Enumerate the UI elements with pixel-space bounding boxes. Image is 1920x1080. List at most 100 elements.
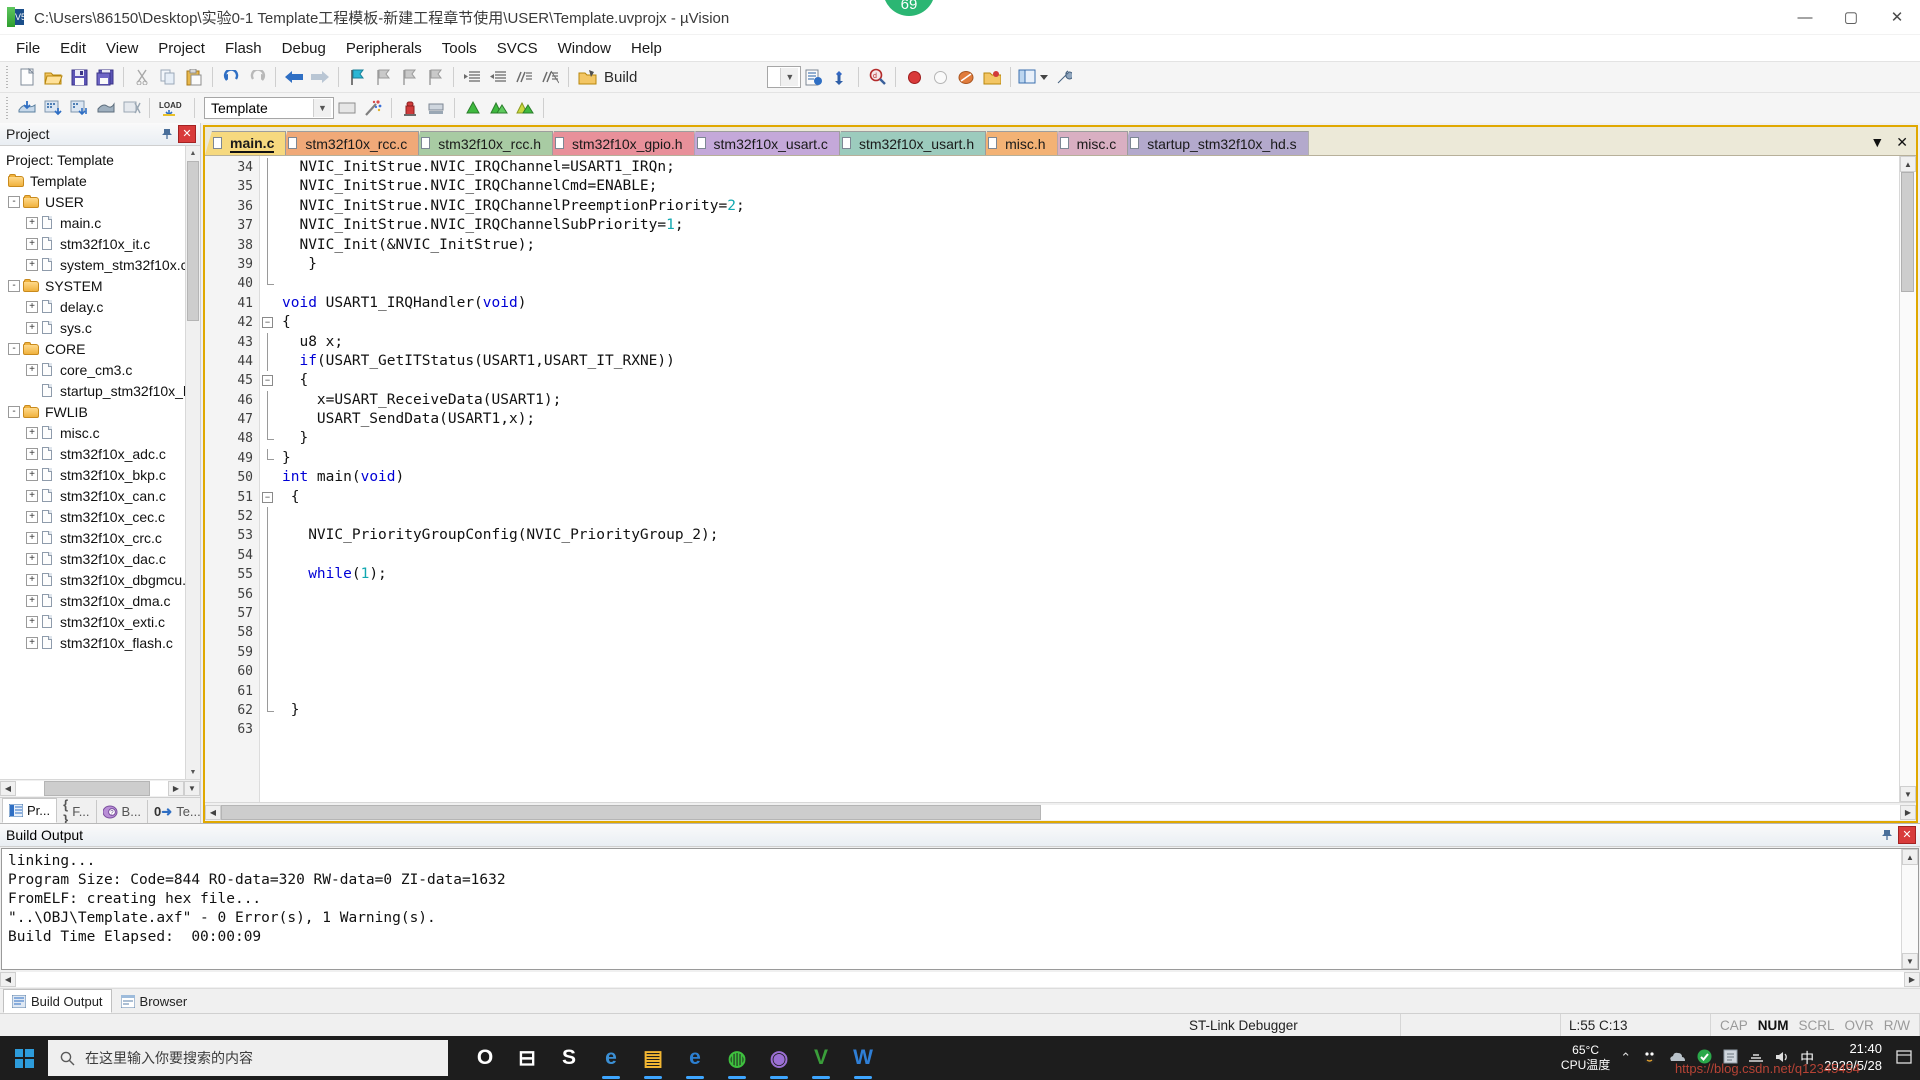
bookmark-all-green-icon[interactable] (512, 95, 538, 121)
tree-file-item[interactable]: + stm32f10x_dbgmcu. (0, 569, 200, 590)
tree-file-item[interactable]: + stm32f10x_can.c (0, 485, 200, 506)
code-line[interactable]: int main(void) (282, 468, 1899, 487)
wps-writer-icon[interactable]: W (848, 1041, 878, 1079)
expand-icon[interactable]: + (26, 426, 38, 439)
code-line[interactable]: if(USART_GetITStatus(USART1,USART_IT_RXN… (282, 352, 1899, 371)
expand-icon[interactable]: + (26, 636, 38, 649)
scroll-down-icon[interactable]: ▼ (1900, 786, 1916, 802)
code-line[interactable]: while(1); (282, 565, 1899, 584)
windows-start-icon[interactable] (0, 1036, 48, 1080)
batch-build-icon[interactable] (92, 95, 118, 121)
scroll-left-icon[interactable]: ◀ (205, 804, 221, 820)
magic-wand-icon[interactable] (360, 95, 386, 121)
redo-icon[interactable] (244, 64, 270, 90)
target-options-icon[interactable] (334, 95, 360, 121)
expand-icon[interactable]: + (26, 321, 38, 334)
file-explorer-icon[interactable]: ▤ (638, 1041, 668, 1079)
internet-explorer-icon[interactable]: e (680, 1041, 710, 1079)
code-line[interactable]: } (282, 429, 1899, 448)
save-all-icon[interactable] (92, 64, 118, 90)
open-file-icon[interactable] (40, 64, 66, 90)
code-line[interactable]: USART_SendData(USART1,x); (282, 410, 1899, 429)
build-output-vscrollbar[interactable]: ▲ ▼ (1901, 849, 1918, 969)
target-selector[interactable]: Template ▼ (204, 97, 334, 119)
bookmark-prev-icon[interactable] (370, 64, 396, 90)
sidebar-tab-f[interactable]: { } F... (57, 797, 97, 827)
circle-icon[interactable] (927, 64, 953, 90)
window-layout-icon[interactable] (1016, 64, 1050, 90)
chevron-down-icon[interactable]: ▼ (313, 99, 331, 117)
editor-vscrollbar[interactable]: ▲ ▼ (1899, 156, 1916, 802)
menu-project[interactable]: Project (148, 37, 215, 60)
sidebar-tab-te[interactable]: 0➜ Te... (148, 800, 208, 823)
translate-icon[interactable] (14, 95, 40, 121)
collapse-icon[interactable]: - (8, 195, 20, 208)
load-icon[interactable]: LOAD (155, 95, 189, 121)
code-line[interactable] (282, 546, 1899, 565)
code-line[interactable] (282, 662, 1899, 681)
indent-icon[interactable] (459, 64, 485, 90)
pin-icon[interactable] (1879, 827, 1895, 843)
fold-toggle-icon[interactable]: − (260, 313, 276, 332)
expand-icon[interactable]: + (26, 258, 38, 271)
expand-icon[interactable]: + (26, 615, 38, 628)
editor-tab-main-c[interactable]: main.c (205, 131, 287, 155)
menu-peripherals[interactable]: Peripherals (336, 37, 432, 60)
tree-group-core[interactable]: - CORE (0, 338, 200, 359)
debug-settings-icon[interactable] (827, 64, 853, 90)
bookmark-next-green-icon[interactable] (486, 95, 512, 121)
pin-icon[interactable] (159, 126, 175, 142)
bookmark-toggle-icon[interactable] (344, 64, 370, 90)
toolbar-combo[interactable]: ▼ (767, 66, 802, 88)
expand-icon[interactable]: + (26, 468, 38, 481)
collapse-icon[interactable]: - (8, 279, 20, 292)
tree-file-item[interactable]: + misc.c (0, 422, 200, 443)
code-line[interactable]: NVIC_InitStrue.NVIC_IRQChannelPreemption… (282, 197, 1899, 216)
copy-icon[interactable] (155, 64, 181, 90)
code-text[interactable]: NVIC_InitStrue.NVIC_IRQChannel=USART1_IR… (276, 156, 1899, 802)
build-panel-tab-browser[interactable]: Browser (112, 989, 197, 1013)
code-line[interactable] (282, 682, 1899, 701)
toolbar-grip[interactable] (4, 66, 11, 88)
cut-icon[interactable] (129, 64, 155, 90)
stop-icon[interactable] (901, 64, 927, 90)
tree-item-template[interactable]: Template (0, 170, 200, 191)
expand-icon[interactable]: + (26, 447, 38, 460)
menu-edit[interactable]: Edit (50, 37, 96, 60)
fold-toggle-icon[interactable]: − (260, 488, 276, 507)
menu-help[interactable]: Help (621, 37, 672, 60)
code-line[interactable]: } (282, 701, 1899, 720)
build-output-hscrollbar[interactable]: ◀ ▶ (0, 971, 1920, 988)
close-icon[interactable]: ✕ (1898, 826, 1916, 844)
code-folding-column[interactable]: − − − (260, 156, 276, 802)
tree-file-item[interactable]: + core_cm3.c (0, 359, 200, 380)
menu-window[interactable]: Window (548, 37, 621, 60)
bookmark-icon[interactable] (979, 64, 1005, 90)
scroll-right-icon[interactable]: ▶ (168, 781, 184, 796)
tree-file-item[interactable]: + stm32f10x_exti.c (0, 611, 200, 632)
wechat-icon[interactable]: ◍ (722, 1041, 752, 1079)
tree-file-item[interactable]: startup_stm32f10x_h (0, 380, 200, 401)
notification-icon[interactable] (1896, 1049, 1912, 1067)
code-line[interactable] (282, 274, 1899, 293)
code-line[interactable] (282, 623, 1899, 642)
expand-icon[interactable]: + (26, 552, 38, 565)
chevron-up-icon[interactable]: ⌃ (1620, 1050, 1631, 1066)
scroll-up-icon[interactable]: ▲ (186, 146, 200, 160)
tree-file-item[interactable]: + stm32f10x_dac.c (0, 548, 200, 569)
code-line[interactable] (282, 507, 1899, 526)
save-icon[interactable] (66, 64, 92, 90)
code-line[interactable]: x=USART_ReceiveData(USART1); (282, 391, 1899, 410)
tree-file-item[interactable]: + stm32f10x_flash.c (0, 632, 200, 653)
new-file-icon[interactable] (14, 64, 40, 90)
tree-file-item[interactable]: + system_stm32f10x.c (0, 254, 200, 275)
editor-tab-misc-h[interactable]: misc.h (980, 131, 1058, 155)
code-editor[interactable]: 34 35 36 37 38 39 40 41 42 43 44 45 46 47 48 49 50 51 52 53… (205, 156, 1916, 802)
tree-file-item[interactable]: + main.c (0, 212, 200, 233)
tree-file-item[interactable]: + stm32f10x_bkp.c (0, 464, 200, 485)
code-line[interactable]: { (282, 313, 1899, 332)
minimize-button[interactable]: — (1782, 0, 1828, 34)
maximize-button[interactable]: ▢ (1828, 0, 1874, 34)
qq-penguin-icon[interactable] (1641, 1048, 1658, 1068)
code-line[interactable]: NVIC_InitStrue.NVIC_IRQChannelSubPriorit… (282, 216, 1899, 235)
